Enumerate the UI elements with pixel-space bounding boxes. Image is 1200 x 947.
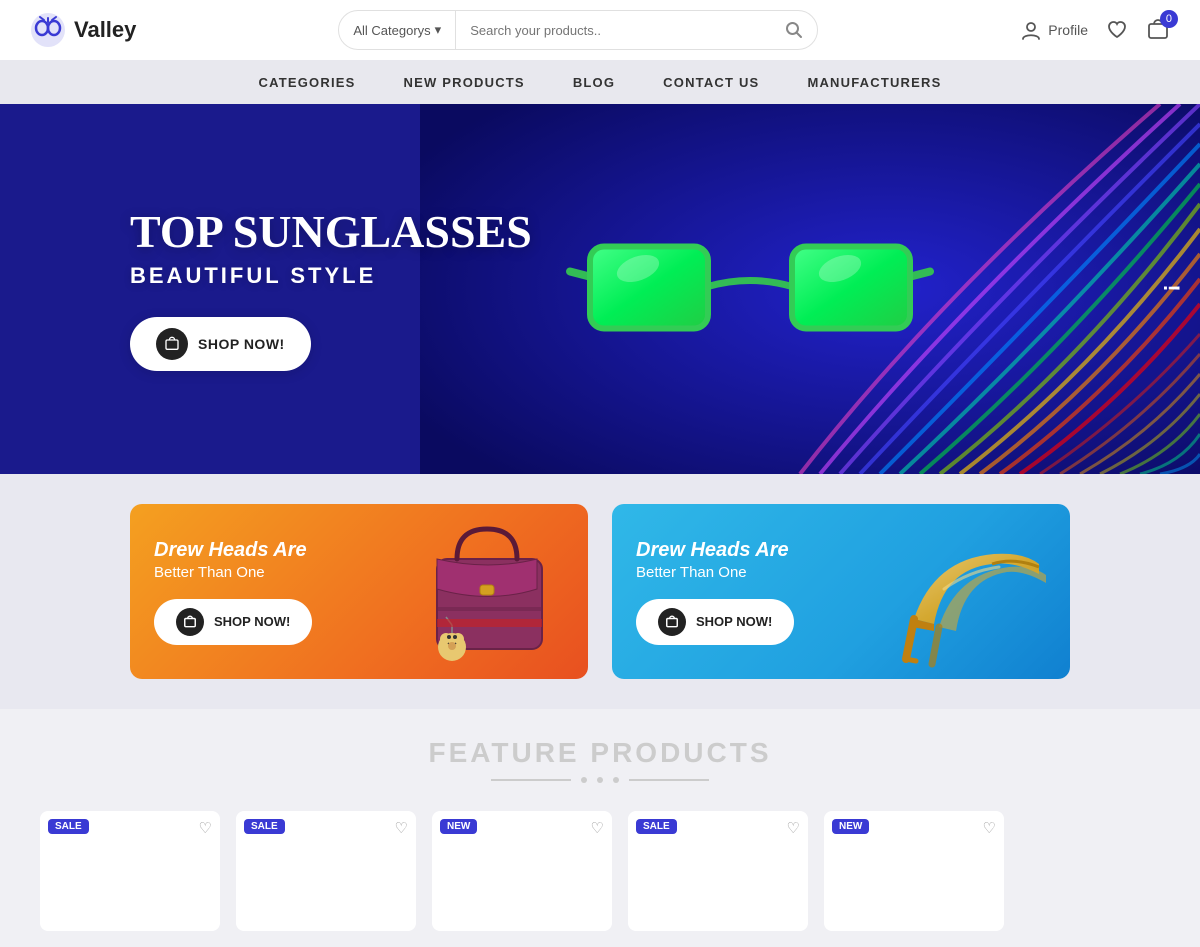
nav-manufacturers[interactable]: MANUFACTURERS	[807, 75, 941, 90]
promo-bag-product	[402, 504, 572, 679]
hero-hint: !	[1158, 284, 1184, 293]
hero-section: TOP SUNGLASSES BEAUTIFUL STYLE SHOP NOW!	[0, 104, 1200, 474]
nav-blog[interactable]: BLOG	[573, 75, 615, 90]
cart-btn-icon	[156, 328, 188, 360]
shopping-bag-icon-sm	[183, 615, 197, 629]
profile-icon	[1020, 19, 1042, 41]
divider-dot-3	[613, 777, 619, 783]
logo-icon	[30, 12, 66, 48]
category-label: All Categorys	[353, 23, 430, 38]
feature-title: FEATURE PRODUCTS	[40, 737, 1160, 769]
hero-shop-button[interactable]: SHOP NOW!	[130, 317, 311, 371]
wishlist-icon-5[interactable]: ♡	[983, 819, 996, 837]
promo-card-bags-text: Drew Heads Are Better Than One SHOP NOW!	[130, 511, 336, 673]
heels-svg	[884, 504, 1054, 674]
product-card-4: SALE ♡	[628, 811, 808, 931]
cart-button[interactable]: 0	[1146, 18, 1170, 42]
hero-content: TOP SUNGLASSES BEAUTIFUL STYLE SHOP NOW!	[0, 207, 532, 372]
logo[interactable]: Valley	[30, 12, 136, 48]
product-card-2: SALE ♡	[236, 811, 416, 931]
feature-section: FEATURE PRODUCTS	[0, 709, 1200, 795]
heart-icon	[1106, 19, 1128, 41]
nav-categories[interactable]: CATEGORIES	[259, 75, 356, 90]
feature-divider	[40, 777, 1160, 783]
promo-card-bags: Drew Heads Are Better Than One SHOP NOW!	[130, 504, 588, 679]
promo-card-shoes-title: Drew Heads Are	[636, 539, 794, 562]
promo-card-shoes-subtitle: Better Than One	[636, 564, 794, 581]
hero-subtitle: BEAUTIFUL STYLE	[130, 263, 532, 289]
cart-badge-count: 0	[1160, 10, 1178, 28]
promo-card-shoes-text: Drew Heads Are Better Than One SHOP NOW!	[612, 511, 818, 673]
header-actions: Profile 0	[1020, 18, 1170, 42]
promo-section: Drew Heads Are Better Than One SHOP NOW!	[0, 474, 1200, 709]
product-strip: SALE ♡ SALE ♡ NEW ♡ SALE ♡ NEW ♡	[0, 795, 1200, 947]
hero-title: TOP SUNGLASSES	[130, 207, 532, 258]
product-badge-3: NEW	[440, 819, 477, 834]
product-badge-2: SALE	[244, 819, 285, 834]
promo-bags-shop-button[interactable]: SHOP NOW!	[154, 599, 312, 645]
wishlist-icon-3[interactable]: ♡	[591, 819, 604, 837]
product-card-1: SALE ♡	[40, 811, 220, 931]
promo-card-bags-subtitle: Better Than One	[154, 564, 312, 581]
nav-contact-us[interactable]: CONTACT US	[663, 75, 759, 90]
search-input[interactable]	[456, 11, 771, 49]
promo-bags-btn-label: SHOP NOW!	[214, 614, 290, 629]
wishlist-icon-4[interactable]: ♡	[787, 819, 800, 837]
promo-shoes-cart-icon	[658, 608, 686, 636]
chevron-down-icon: ▾	[435, 22, 442, 38]
header: Valley All Categorys ▾ Profile	[0, 0, 1200, 60]
shopping-bag-icon-sm2	[665, 615, 679, 629]
product-card-5: NEW ♡	[824, 811, 1004, 931]
search-button[interactable]	[771, 21, 817, 39]
handbag-svg	[402, 504, 572, 674]
divider-dot-2	[597, 777, 603, 783]
sunglasses-svg	[560, 187, 940, 387]
category-dropdown[interactable]: All Categorys ▾	[339, 11, 456, 49]
product-badge-5: NEW	[832, 819, 869, 834]
wishlist-button[interactable]	[1106, 19, 1128, 41]
wishlist-icon-2[interactable]: ♡	[395, 819, 408, 837]
search-bar: All Categorys ▾	[338, 10, 818, 50]
product-card-3: NEW ♡	[432, 811, 612, 931]
product-badge-4: SALE	[636, 819, 677, 834]
main-nav: CATEGORIES NEW PRODUCTS BLOG CONTACT US …	[0, 60, 1200, 104]
search-icon	[785, 21, 803, 39]
divider-dot-1	[581, 777, 587, 783]
hero-btn-label: SHOP NOW!	[198, 336, 285, 352]
nav-new-products[interactable]: NEW PRODUCTS	[404, 75, 525, 90]
divider-line-left	[491, 779, 571, 781]
profile-label: Profile	[1048, 22, 1088, 38]
profile-button[interactable]: Profile	[1020, 19, 1088, 41]
promo-shoes-shop-button[interactable]: SHOP NOW!	[636, 599, 794, 645]
promo-bags-cart-icon	[176, 608, 204, 636]
hero-product-image	[560, 187, 940, 392]
product-badge-1: SALE	[48, 819, 89, 834]
promo-shoe-product	[884, 504, 1054, 679]
divider-line-right	[629, 779, 709, 781]
promo-card-shoes: Drew Heads Are Better Than One SHOP NOW!	[612, 504, 1070, 679]
promo-shoes-btn-label: SHOP NOW!	[696, 614, 772, 629]
logo-text: Valley	[74, 17, 136, 43]
shopping-bag-icon	[164, 336, 180, 352]
wishlist-icon-1[interactable]: ♡	[199, 819, 212, 837]
promo-card-bags-title: Drew Heads Are	[154, 539, 312, 562]
